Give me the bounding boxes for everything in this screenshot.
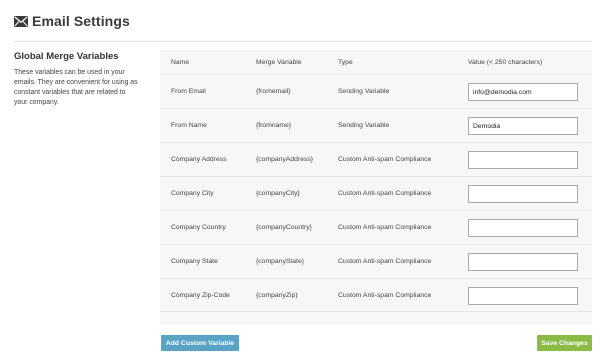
- variable-type: Custom Anti-spam Compliance: [338, 156, 432, 163]
- merge-variable: {companyCountry}: [256, 224, 312, 231]
- description-line: your company.: [14, 99, 59, 106]
- column-header-type: Type: [338, 58, 353, 66]
- company-city-input[interactable]: [468, 185, 578, 203]
- merge-variable: {companyCity}: [256, 190, 300, 197]
- merge-variable: {fromemail}: [256, 88, 291, 95]
- variable-type: Custom Anti-spam Compliance: [338, 190, 432, 197]
- variable-name: From Email: [171, 88, 206, 95]
- variable-name: Company Address: [171, 156, 227, 163]
- envelope-icon: [14, 15, 28, 27]
- page-title: Email Settings: [32, 13, 130, 29]
- merge-variable: {companyState}: [256, 258, 304, 265]
- column-header-name: Name: [171, 58, 190, 66]
- table-row: Company Country {companyCountry} Custom …: [160, 210, 592, 244]
- variable-name: Company State: [171, 258, 218, 265]
- variable-type: Custom Anti-spam Compliance: [338, 258, 432, 265]
- description-line: These variables can be used in your: [14, 69, 125, 76]
- table-row: Company State {companyState} Custom Anti…: [160, 244, 592, 278]
- description-line: emails. They are convenient for using as: [14, 79, 138, 86]
- section-title: Global Merge Variables: [14, 51, 119, 62]
- column-header-merge-variable: Merge Variable: [256, 58, 302, 66]
- variable-name: Company Country: [171, 224, 226, 231]
- variable-type: Sending Variable: [338, 88, 390, 95]
- table-header: Name Merge Variable Type Value (< 250 ch…: [160, 50, 592, 74]
- variable-name: Company Zip-Code: [171, 291, 230, 299]
- from-name-input[interactable]: [468, 117, 578, 135]
- merge-variable: {companyZip}: [256, 291, 298, 299]
- variable-type: Sending Variable: [338, 122, 390, 129]
- merge-variables-table: Name Merge Variable Type Value (< 250 ch…: [160, 50, 592, 325]
- from-email-input[interactable]: [468, 83, 578, 101]
- table-row: From Email {fromemail} Sending Variable: [160, 74, 592, 108]
- page-header: Email Settings: [14, 11, 130, 31]
- description-line: constant variables that are related to: [14, 89, 126, 96]
- variable-type: Custom Anti-spam Compliance: [338, 224, 432, 231]
- column-header-value: Value (< 250 characters): [468, 58, 543, 66]
- save-changes-button[interactable]: Save Changes: [537, 335, 592, 351]
- section-description: These variables can be used in your emai…: [14, 68, 144, 108]
- table-row: Company City {companyCity} Custom Anti-s…: [160, 176, 592, 210]
- variable-name: Company City: [171, 190, 214, 197]
- company-zip-input[interactable]: [468, 287, 578, 305]
- variable-name: From Name: [171, 122, 207, 129]
- merge-variable: {fromname}: [256, 122, 292, 129]
- header-divider: [14, 41, 592, 42]
- company-country-input[interactable]: [468, 219, 578, 237]
- table-row: Company Zip-Code {companyZip} Custom Ant…: [160, 278, 592, 312]
- merge-variable: {companyAddress}: [256, 156, 314, 163]
- variable-type: Custom Anti-spam Compliance: [338, 291, 432, 299]
- section-intro: Global Merge Variables These variables c…: [14, 51, 144, 108]
- table-row: Company Address {companyAddress} Custom …: [160, 142, 592, 176]
- company-address-input[interactable]: [468, 151, 578, 169]
- company-state-input[interactable]: [468, 253, 578, 271]
- table-row: From Name {fromname} Sending Variable: [160, 108, 592, 142]
- add-custom-variable-button[interactable]: Add Custom Variable: [161, 335, 239, 351]
